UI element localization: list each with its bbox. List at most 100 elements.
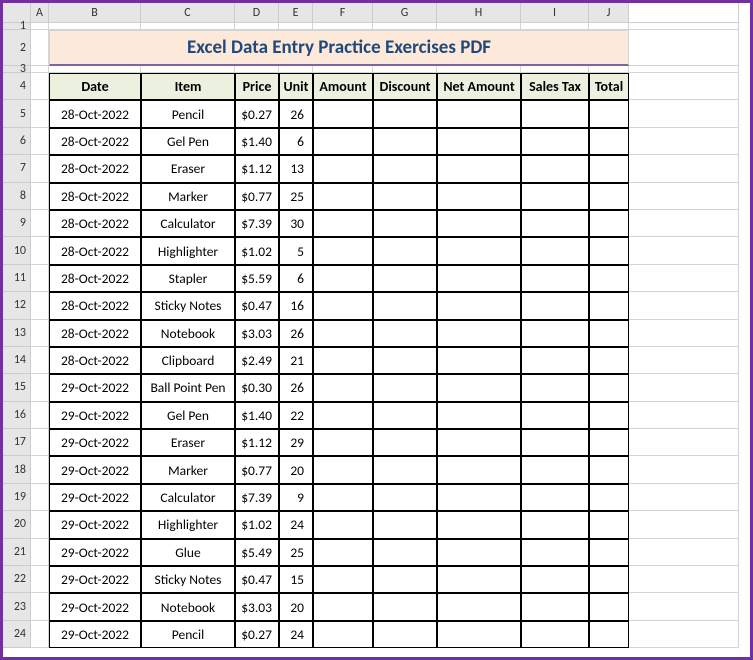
table-cell[interactable] [589,320,629,347]
table-cell[interactable]: Marker [141,183,235,210]
table-cell[interactable]: 29-Oct-2022 [49,456,141,483]
row-header-9[interactable]: 9 [3,210,31,237]
cell-blank[interactable] [373,23,437,30]
row-header-19[interactable]: 19 [3,484,31,511]
table-cell[interactable] [437,100,521,127]
col-header-D[interactable]: D [235,3,279,23]
table-cell[interactable]: $3.03 [235,320,279,347]
table-cell[interactable] [373,155,437,182]
col-header-G[interactable]: G [373,3,437,23]
table-cell[interactable] [521,566,589,593]
cell-blank[interactable] [49,66,141,73]
table-cell[interactable] [373,539,437,566]
table-cell[interactable]: $5.59 [235,265,279,292]
table-cell[interactable] [437,566,521,593]
table-cell[interactable] [313,320,373,347]
cell-blank[interactable] [629,237,739,264]
cell-blank[interactable] [629,511,739,538]
table-cell[interactable]: $1.40 [235,402,279,429]
table-cell[interactable] [589,237,629,264]
table-cell[interactable]: 29-Oct-2022 [49,374,141,401]
row-header-14[interactable]: 14 [3,347,31,374]
table-cell[interactable]: 6 [279,265,313,292]
table-cell[interactable] [313,484,373,511]
table-cell[interactable] [313,100,373,127]
table-cell[interactable] [313,183,373,210]
table-cell[interactable] [437,593,521,620]
row-header-2[interactable]: 2 [3,30,31,66]
cell-A18[interactable] [31,456,49,483]
cell-blank[interactable] [629,66,739,73]
table-cell[interactable] [437,347,521,374]
table-cell[interactable]: Stapler [141,265,235,292]
col-header-B[interactable]: B [49,3,141,23]
table-cell[interactable] [521,292,589,319]
table-cell[interactable] [589,128,629,155]
table-cell[interactable]: $0.27 [235,100,279,127]
table-cell[interactable]: 28-Oct-2022 [49,155,141,182]
table-cell[interactable] [313,621,373,648]
table-cell[interactable]: $0.27 [235,621,279,648]
cell-blank[interactable] [141,66,235,73]
table-cell[interactable] [521,456,589,483]
table-cell[interactable] [313,128,373,155]
cell-blank[interactable] [629,155,739,182]
table-cell[interactable] [589,292,629,319]
row-header-5[interactable]: 5 [3,100,31,127]
table-cell[interactable] [521,320,589,347]
cell-blank[interactable] [589,66,629,73]
table-cell[interactable] [373,128,437,155]
cell-blank[interactable] [629,320,739,347]
table-cell[interactable] [521,237,589,264]
cell-blank[interactable] [629,128,739,155]
table-cell[interactable] [589,402,629,429]
table-header-discount[interactable]: Discount [373,73,437,100]
cell-blank[interactable] [629,429,739,456]
table-cell[interactable]: Glue [141,539,235,566]
cell-A22[interactable] [31,566,49,593]
cell-blank[interactable] [629,621,739,648]
table-cell[interactable]: Highlighter [141,237,235,264]
table-cell[interactable] [437,320,521,347]
cell-blank[interactable] [235,23,279,30]
table-cell[interactable] [521,539,589,566]
table-cell[interactable] [521,210,589,237]
col-header-H[interactable]: H [437,3,521,23]
table-cell[interactable] [521,100,589,127]
table-header-total[interactable]: Total [589,73,629,100]
cell-A8[interactable] [31,183,49,210]
table-cell[interactable] [589,593,629,620]
table-cell[interactable]: 25 [279,539,313,566]
table-cell[interactable] [373,566,437,593]
table-cell[interactable] [373,347,437,374]
cell-A5[interactable] [31,100,49,127]
table-header-net-amount[interactable]: Net Amount [437,73,521,100]
table-cell[interactable]: 29-Oct-2022 [49,621,141,648]
table-cell[interactable] [437,155,521,182]
cell-A19[interactable] [31,484,49,511]
cell-A11[interactable] [31,265,49,292]
table-cell[interactable]: Pencil [141,100,235,127]
table-cell[interactable]: $2.49 [235,347,279,374]
table-cell[interactable] [437,210,521,237]
table-cell[interactable]: 29-Oct-2022 [49,511,141,538]
cell-blank[interactable] [313,23,373,30]
table-cell[interactable]: Clipboard [141,347,235,374]
table-cell[interactable]: 29-Oct-2022 [49,566,141,593]
table-header-unit[interactable]: Unit [279,73,313,100]
table-cell[interactable] [373,402,437,429]
table-cell[interactable]: Ball Point Pen [141,374,235,401]
table-cell[interactable]: 13 [279,155,313,182]
table-cell[interactable] [437,237,521,264]
table-header-date[interactable]: Date [49,73,141,100]
cell-A17[interactable] [31,429,49,456]
cell-A13[interactable] [31,320,49,347]
table-cell[interactable] [521,347,589,374]
table-cell[interactable] [373,484,437,511]
cell-blank[interactable] [629,484,739,511]
cell-A10[interactable] [31,237,49,264]
table-cell[interactable]: 29-Oct-2022 [49,593,141,620]
col-header-I[interactable]: I [521,3,589,23]
table-cell[interactable] [437,621,521,648]
table-cell[interactable] [437,402,521,429]
